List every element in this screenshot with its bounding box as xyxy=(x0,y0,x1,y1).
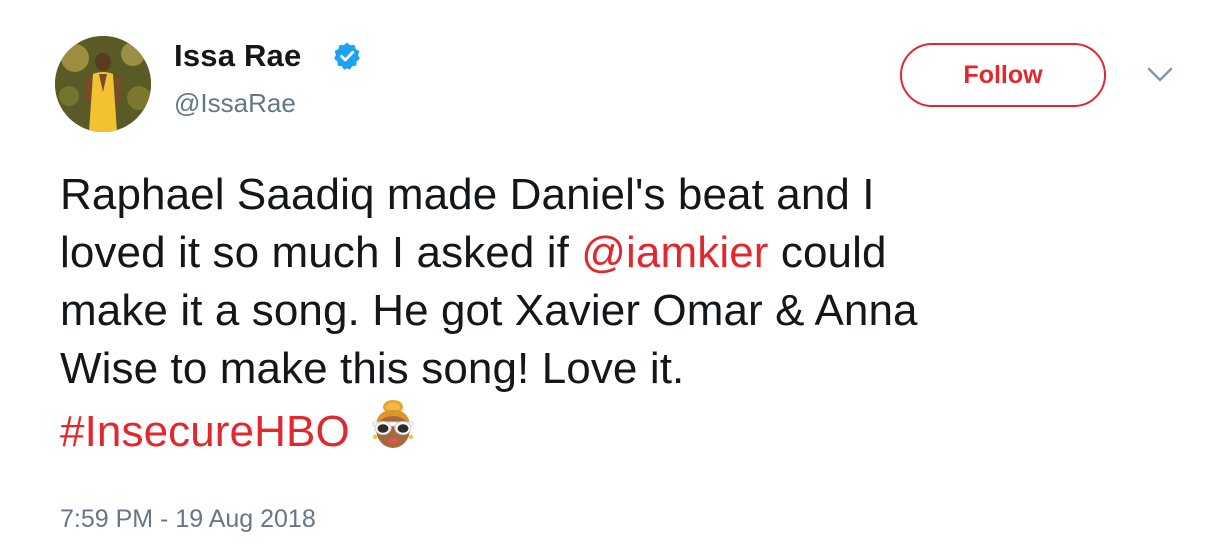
tweet-line: Wise to make this song! Love it. xyxy=(60,344,685,393)
profile-photo-icon xyxy=(55,36,151,132)
tweet-line: make it a song. He got Xavier Omar & Ann… xyxy=(60,286,918,335)
tweet-timestamp[interactable]: 7:59 PM - 19 Aug 2018 xyxy=(60,505,316,534)
avatar[interactable] xyxy=(55,36,151,132)
tweet-text-segment: loved it so much I asked if xyxy=(60,228,582,277)
verified-badge-icon xyxy=(334,42,360,70)
tweet-line: Raphael Saadiq made Daniel's beat and I xyxy=(60,170,875,219)
woman-with-sunglasses-emoji-icon xyxy=(372,400,414,448)
tweet-card: Issa Rae @IssaRae Follow Raphael Saadiq … xyxy=(0,0,1210,558)
tweet-line: loved it so much I asked if @iamkier cou… xyxy=(60,224,1170,282)
tweet-text-segment: could xyxy=(768,228,887,277)
chevron-down-icon[interactable] xyxy=(1146,66,1174,84)
tweet-text: Raphael Saadiq made Daniel's beat and I … xyxy=(60,166,1170,461)
user-handle[interactable]: @IssaRae xyxy=(174,88,296,119)
follow-button[interactable]: Follow xyxy=(900,43,1106,107)
hashtag-link[interactable]: #InsecureHBO xyxy=(60,407,350,456)
tweet-line: #InsecureHBO xyxy=(60,398,1170,461)
display-name[interactable]: Issa Rae xyxy=(174,38,301,74)
mention-link[interactable]: @iamkier xyxy=(581,228,768,277)
